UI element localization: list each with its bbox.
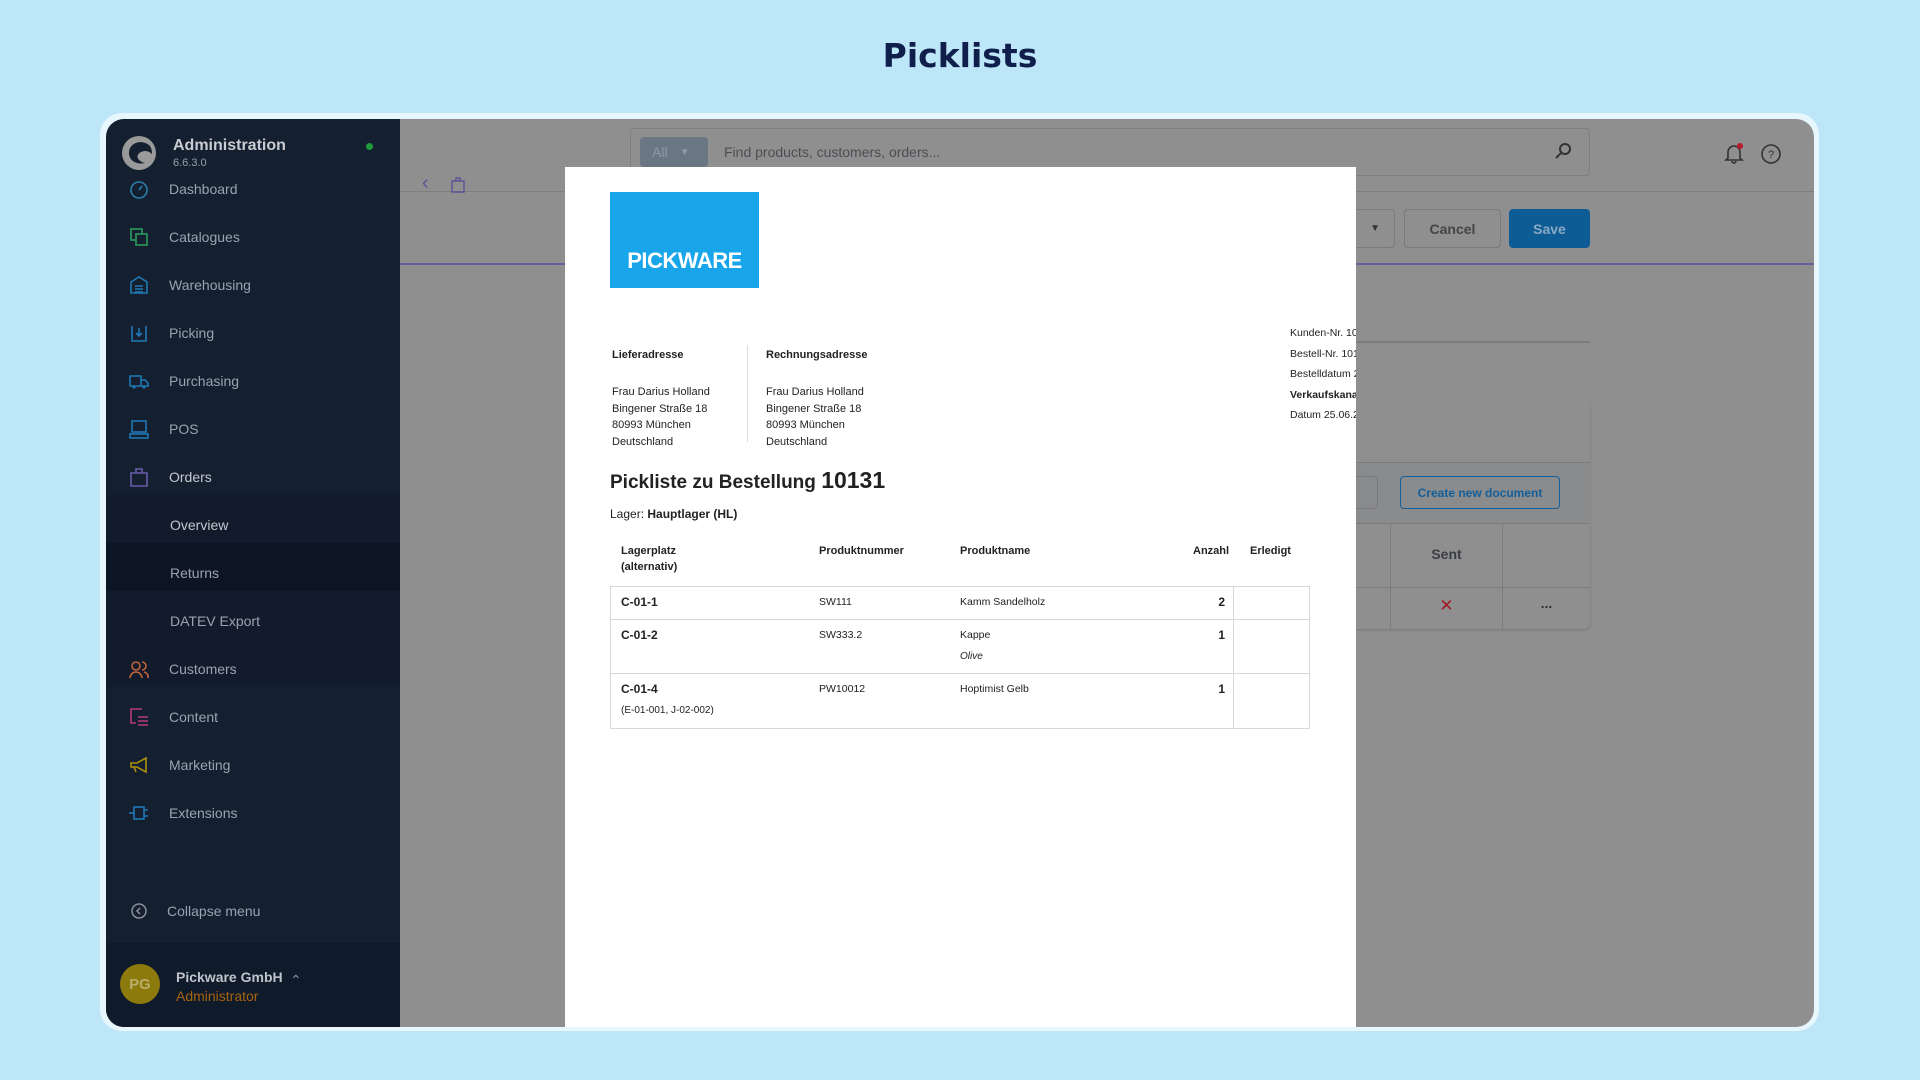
order-info-line: Bestell-Nr. 10131 xyxy=(1290,347,1356,360)
order-info-line: Datum 25.06.2024 xyxy=(1290,409,1356,422)
row-variant: Olive xyxy=(960,651,983,662)
sidebar-subitem-datev-export[interactable]: DATEV Export xyxy=(106,597,400,645)
row-actions-button[interactable]: ... xyxy=(1503,595,1590,611)
sidebar-item-pos[interactable]: POS xyxy=(106,405,400,453)
order-info-line: Bestelldatum 29.11.2023 xyxy=(1290,368,1356,381)
content-icon xyxy=(130,708,148,726)
row-bin: C-01-1 xyxy=(621,595,658,609)
warehouse-line: Lager: Hauptlager (HL) xyxy=(610,507,738,521)
order-info-line: Kunden-Nr. 10004 xyxy=(1290,327,1356,339)
row-qty: 1 xyxy=(1218,682,1225,696)
plug-icon xyxy=(129,806,148,820)
customers-icon xyxy=(129,661,149,679)
header-bin-alt: (alternativ) xyxy=(621,561,678,573)
user-role: Administrator xyxy=(176,988,259,1004)
row-qty: 1 xyxy=(1218,628,1225,642)
ship-address-line: Frau Darius Holland xyxy=(612,386,710,398)
row-bin: C-01-2 xyxy=(621,628,658,642)
search-placeholder: Find products, customers, orders... xyxy=(724,144,941,160)
header-done: Erledigt xyxy=(1250,545,1291,557)
collapse-menu-button[interactable]: Collapse menu xyxy=(106,887,400,935)
sidebar: Administration 6.6.3.0 Dashboard Catalogu… xyxy=(106,119,400,1027)
sidebar-item-orders[interactable]: Orders xyxy=(106,453,400,501)
column-header-sent: Sent xyxy=(1431,546,1462,562)
sidebar-item-warehousing[interactable]: Warehousing xyxy=(106,261,400,309)
catalogues-icon xyxy=(130,228,148,246)
create-document-button[interactable]: Create new document xyxy=(1400,476,1560,509)
bill-address-line: Frau Darius Holland xyxy=(766,386,864,398)
chevron-up-icon[interactable]: ⌃ xyxy=(290,972,302,989)
save-button[interactable]: Save xyxy=(1509,209,1590,248)
bell-icon[interactable] xyxy=(1723,142,1745,164)
admin-window: Administration 6.6.3.0 Dashboard Catalogu… xyxy=(106,119,1814,1027)
row-bin: C-01-4 xyxy=(621,682,658,696)
pos-icon xyxy=(129,420,149,439)
sidebar-item-extensions[interactable]: Extensions xyxy=(106,789,400,837)
back-icon[interactable]: ‹ xyxy=(422,172,429,195)
order-info-line: Verkaufskanal: xyxy=(1290,388,1356,401)
header-name: Produktname xyxy=(960,545,1031,557)
sidebar-item-dashboard[interactable]: Dashboard xyxy=(106,165,400,213)
row-name: Hoptimist Gelb xyxy=(960,683,1029,695)
megaphone-icon xyxy=(130,756,147,774)
app-name: Administration xyxy=(173,137,286,154)
row-sku: SW333.2 xyxy=(819,629,863,641)
sidebar-item-customers[interactable]: Customers xyxy=(106,645,400,693)
truck-icon xyxy=(129,375,149,389)
ship-address-line: Bingener Straße 18 xyxy=(612,402,708,415)
picking-icon xyxy=(131,326,147,342)
row-name: Kamm Sandelholz xyxy=(960,596,1046,608)
search-icon[interactable] xyxy=(1554,142,1572,160)
sidebar-item-content[interactable]: Content xyxy=(106,693,400,741)
bill-address-line: Deutschland xyxy=(766,435,828,448)
row-sku: PW10012 xyxy=(819,683,866,695)
not-sent-icon: ✕ xyxy=(1439,596,1454,615)
user-name: Pickware GmbH xyxy=(176,969,283,985)
chevron-down-icon: ▼ xyxy=(679,146,690,158)
avatar[interactable]: PG xyxy=(120,964,160,1004)
bag-icon xyxy=(130,468,148,487)
sidebar-item-catalogues[interactable]: Catalogues xyxy=(106,213,400,261)
bag-icon xyxy=(451,177,465,193)
status-indicator xyxy=(366,143,373,150)
bill-address-line: Bingener Straße 18 xyxy=(766,402,862,415)
warehouse-icon xyxy=(130,276,148,294)
header-qty: Anzahl xyxy=(1193,545,1230,557)
page-title: Picklists xyxy=(882,36,1038,75)
pickware-logo: PICKWARE xyxy=(610,192,759,288)
search-scope-select[interactable]: All ▼ xyxy=(640,137,708,167)
row-name: Kappe xyxy=(960,629,991,641)
row-bin-alt: (E-01-001, J-02-002) xyxy=(621,705,714,716)
ship-address-line: Deutschland xyxy=(612,435,674,448)
header-bin: Lagerplatz xyxy=(621,545,677,557)
ship-label: Lieferadresse xyxy=(612,349,684,361)
picklist-document: PICKWARE Lieferadresse Rechnungsadresse … xyxy=(565,167,1356,1027)
help-icon[interactable]: ? xyxy=(1760,143,1782,165)
sidebar-subitem-overview[interactable]: Overview xyxy=(106,501,400,549)
bill-label: Rechnungsadresse xyxy=(766,349,868,361)
dashboard-icon xyxy=(130,181,148,199)
svg-text:?: ? xyxy=(1768,149,1774,161)
row-sku: SW111 xyxy=(819,596,852,608)
collapse-icon xyxy=(131,903,147,919)
sidebar-item-marketing[interactable]: Marketing xyxy=(106,741,400,789)
ship-address-line: 80993 München xyxy=(612,419,691,431)
row-qty: 2 xyxy=(1218,595,1225,609)
document-title: Pickliste zu Bestellung 10131 xyxy=(610,467,886,493)
cancel-button[interactable]: Cancel xyxy=(1404,209,1501,248)
bill-address-line: 80993 München xyxy=(766,419,845,431)
header-sku: Produktnummer xyxy=(819,545,904,557)
sidebar-subitem-returns[interactable]: Returns xyxy=(106,549,400,597)
sidebar-item-picking[interactable]: Picking xyxy=(106,309,400,357)
sidebar-item-purchasing[interactable]: Purchasing xyxy=(106,357,400,405)
